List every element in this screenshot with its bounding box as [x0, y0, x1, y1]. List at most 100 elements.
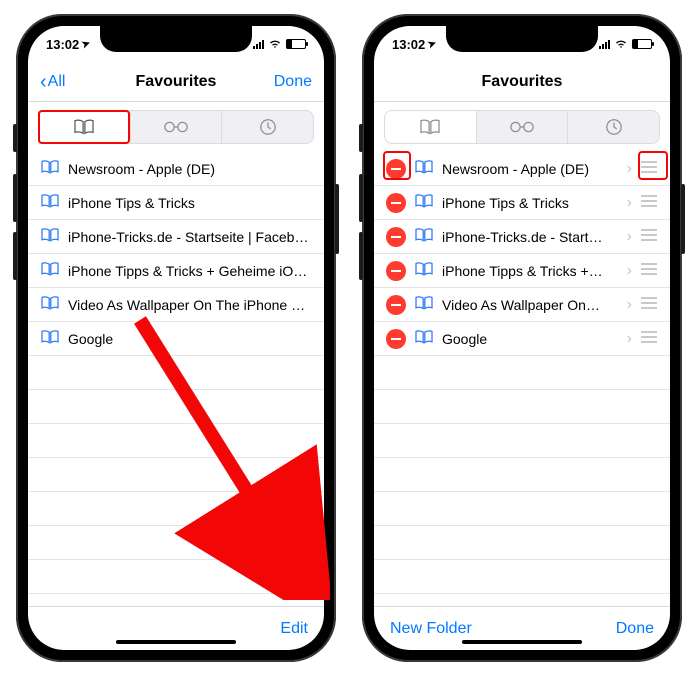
delete-control[interactable]	[386, 159, 406, 179]
book-open-icon	[73, 118, 95, 136]
drag-handle[interactable]	[640, 194, 658, 211]
bookmark-row-edit[interactable]: iPhone-Tricks.de - Start… ›	[374, 220, 670, 254]
bookmark-title: iPhone Tipps & Tricks +…	[442, 263, 619, 279]
bookmark-row[interactable]: Newsroom - Apple (DE)	[28, 152, 324, 186]
bookmark-list: Newsroom - Apple (DE) iPhone Tips & Trick…	[28, 152, 324, 606]
bookmark-row[interactable]: Google	[28, 322, 324, 356]
chevron-right-icon: ›	[627, 194, 632, 212]
clock-icon	[259, 118, 277, 136]
drag-handle[interactable]	[640, 330, 658, 347]
bookmark-icon	[40, 329, 60, 348]
back-label: All	[48, 73, 66, 91]
status-time: 13:02	[46, 37, 79, 52]
bookmark-row[interactable]: iPhone-Tricks.de - Startseite | Facebo…	[28, 220, 324, 254]
delete-control[interactable]	[386, 227, 406, 247]
bookmark-title: iPhone-Tricks.de - Startseite | Facebo…	[68, 229, 312, 245]
tab-bookmarks[interactable]	[39, 111, 130, 143]
empty-row	[374, 390, 670, 424]
cellular-icon	[599, 40, 610, 49]
tab-reading-list[interactable]	[130, 111, 222, 143]
empty-row	[374, 526, 670, 560]
drag-handle[interactable]	[640, 160, 658, 177]
bookmark-icon	[414, 261, 434, 280]
empty-row	[28, 594, 324, 606]
tab-reading-list[interactable]	[476, 111, 568, 143]
bookmark-icon	[40, 295, 60, 314]
bookmark-title: iPhone-Tricks.de - Start…	[442, 229, 619, 245]
bookmark-icon	[40, 159, 60, 178]
segmented-control	[38, 110, 314, 144]
bookmark-title: Video As Wallpaper On…	[442, 297, 619, 313]
wifi-icon	[268, 37, 282, 52]
bookmark-list-edit: Newsroom - Apple (DE)›iPhone Tips & Tric…	[374, 152, 670, 606]
bookmark-icon	[414, 227, 434, 246]
bookmark-icon	[40, 193, 60, 212]
chevron-left-icon: ‹	[40, 72, 47, 92]
empty-row	[374, 492, 670, 526]
bookmark-title: Google	[68, 331, 312, 347]
bookmark-title: iPhone Tips & Tricks	[68, 195, 312, 211]
bookmark-row-edit[interactable]: Google ›	[374, 322, 670, 356]
tab-history[interactable]	[567, 111, 659, 143]
cellular-icon	[253, 40, 264, 49]
empty-row	[374, 560, 670, 594]
wifi-icon	[614, 37, 628, 52]
new-folder-button[interactable]: New Folder	[390, 620, 472, 638]
bookmark-row-edit[interactable]: Newsroom - Apple (DE)›	[374, 152, 670, 186]
chevron-right-icon: ›	[627, 228, 632, 246]
bookmark-icon	[414, 159, 434, 178]
done-button[interactable]: Done	[616, 620, 654, 638]
location-icon: ➤	[427, 37, 439, 50]
bookmark-icon	[414, 295, 434, 314]
bookmark-row-edit[interactable]: iPhone Tips & Tricks›	[374, 186, 670, 220]
delete-control[interactable]	[386, 193, 406, 213]
drag-handle[interactable]	[640, 228, 658, 245]
bookmark-icon	[414, 329, 434, 348]
done-button[interactable]: Done	[274, 73, 312, 91]
home-indicator[interactable]	[462, 640, 582, 644]
drag-handle[interactable]	[640, 296, 658, 313]
battery-icon	[286, 39, 306, 49]
empty-row	[28, 560, 324, 594]
delete-control[interactable]	[386, 295, 406, 315]
bookmark-row[interactable]: iPhone Tips & Tricks	[28, 186, 324, 220]
empty-row	[374, 356, 670, 390]
bookmark-icon	[40, 227, 60, 246]
bookmark-row[interactable]: iPhone Tipps & Tricks + Geheime iOS…	[28, 254, 324, 288]
empty-row	[28, 526, 324, 560]
back-button[interactable]: ‹ All	[40, 72, 110, 92]
page-title: Favourites	[136, 73, 217, 91]
empty-row	[28, 492, 324, 526]
chevron-right-icon: ›	[627, 262, 632, 280]
bookmark-row-edit[interactable]: Video As Wallpaper On… ›	[374, 288, 670, 322]
bookmark-icon	[40, 261, 60, 280]
bookmark-title: iPhone Tipps & Tricks + Geheime iOS…	[68, 263, 312, 279]
tab-bookmarks[interactable]	[385, 111, 476, 143]
battery-icon	[632, 39, 652, 49]
delete-control[interactable]	[386, 261, 406, 281]
bookmark-title: Newsroom - Apple (DE)	[68, 161, 312, 177]
home-indicator[interactable]	[116, 640, 236, 644]
phone-right: 13:02 ➤ Favourites	[362, 14, 682, 662]
bookmark-title: Google	[442, 331, 619, 347]
clock-icon	[605, 118, 623, 136]
bookmark-title: Newsroom - Apple (DE)	[442, 161, 619, 177]
bookmark-icon	[414, 193, 434, 212]
empty-row	[374, 458, 670, 492]
empty-row	[28, 424, 324, 458]
book-open-icon	[419, 118, 441, 136]
bookmark-row-edit[interactable]: iPhone Tipps & Tricks +… ›	[374, 254, 670, 288]
tab-history[interactable]	[221, 111, 313, 143]
chevron-right-icon: ›	[627, 296, 632, 314]
glasses-icon	[163, 120, 189, 134]
phone-left: 13:02 ➤ ‹ All Favouri	[16, 14, 336, 662]
empty-row	[28, 390, 324, 424]
nav-bar: ‹ All Favourites Done	[28, 62, 324, 102]
drag-handle[interactable]	[640, 262, 658, 279]
edit-button[interactable]: Edit	[280, 620, 308, 638]
chevron-right-icon: ›	[627, 330, 632, 348]
nav-bar: Favourites	[374, 62, 670, 102]
bookmark-row[interactable]: Video As Wallpaper On The iPhone Lo…	[28, 288, 324, 322]
delete-control[interactable]	[386, 329, 406, 349]
location-icon: ➤	[81, 37, 93, 50]
